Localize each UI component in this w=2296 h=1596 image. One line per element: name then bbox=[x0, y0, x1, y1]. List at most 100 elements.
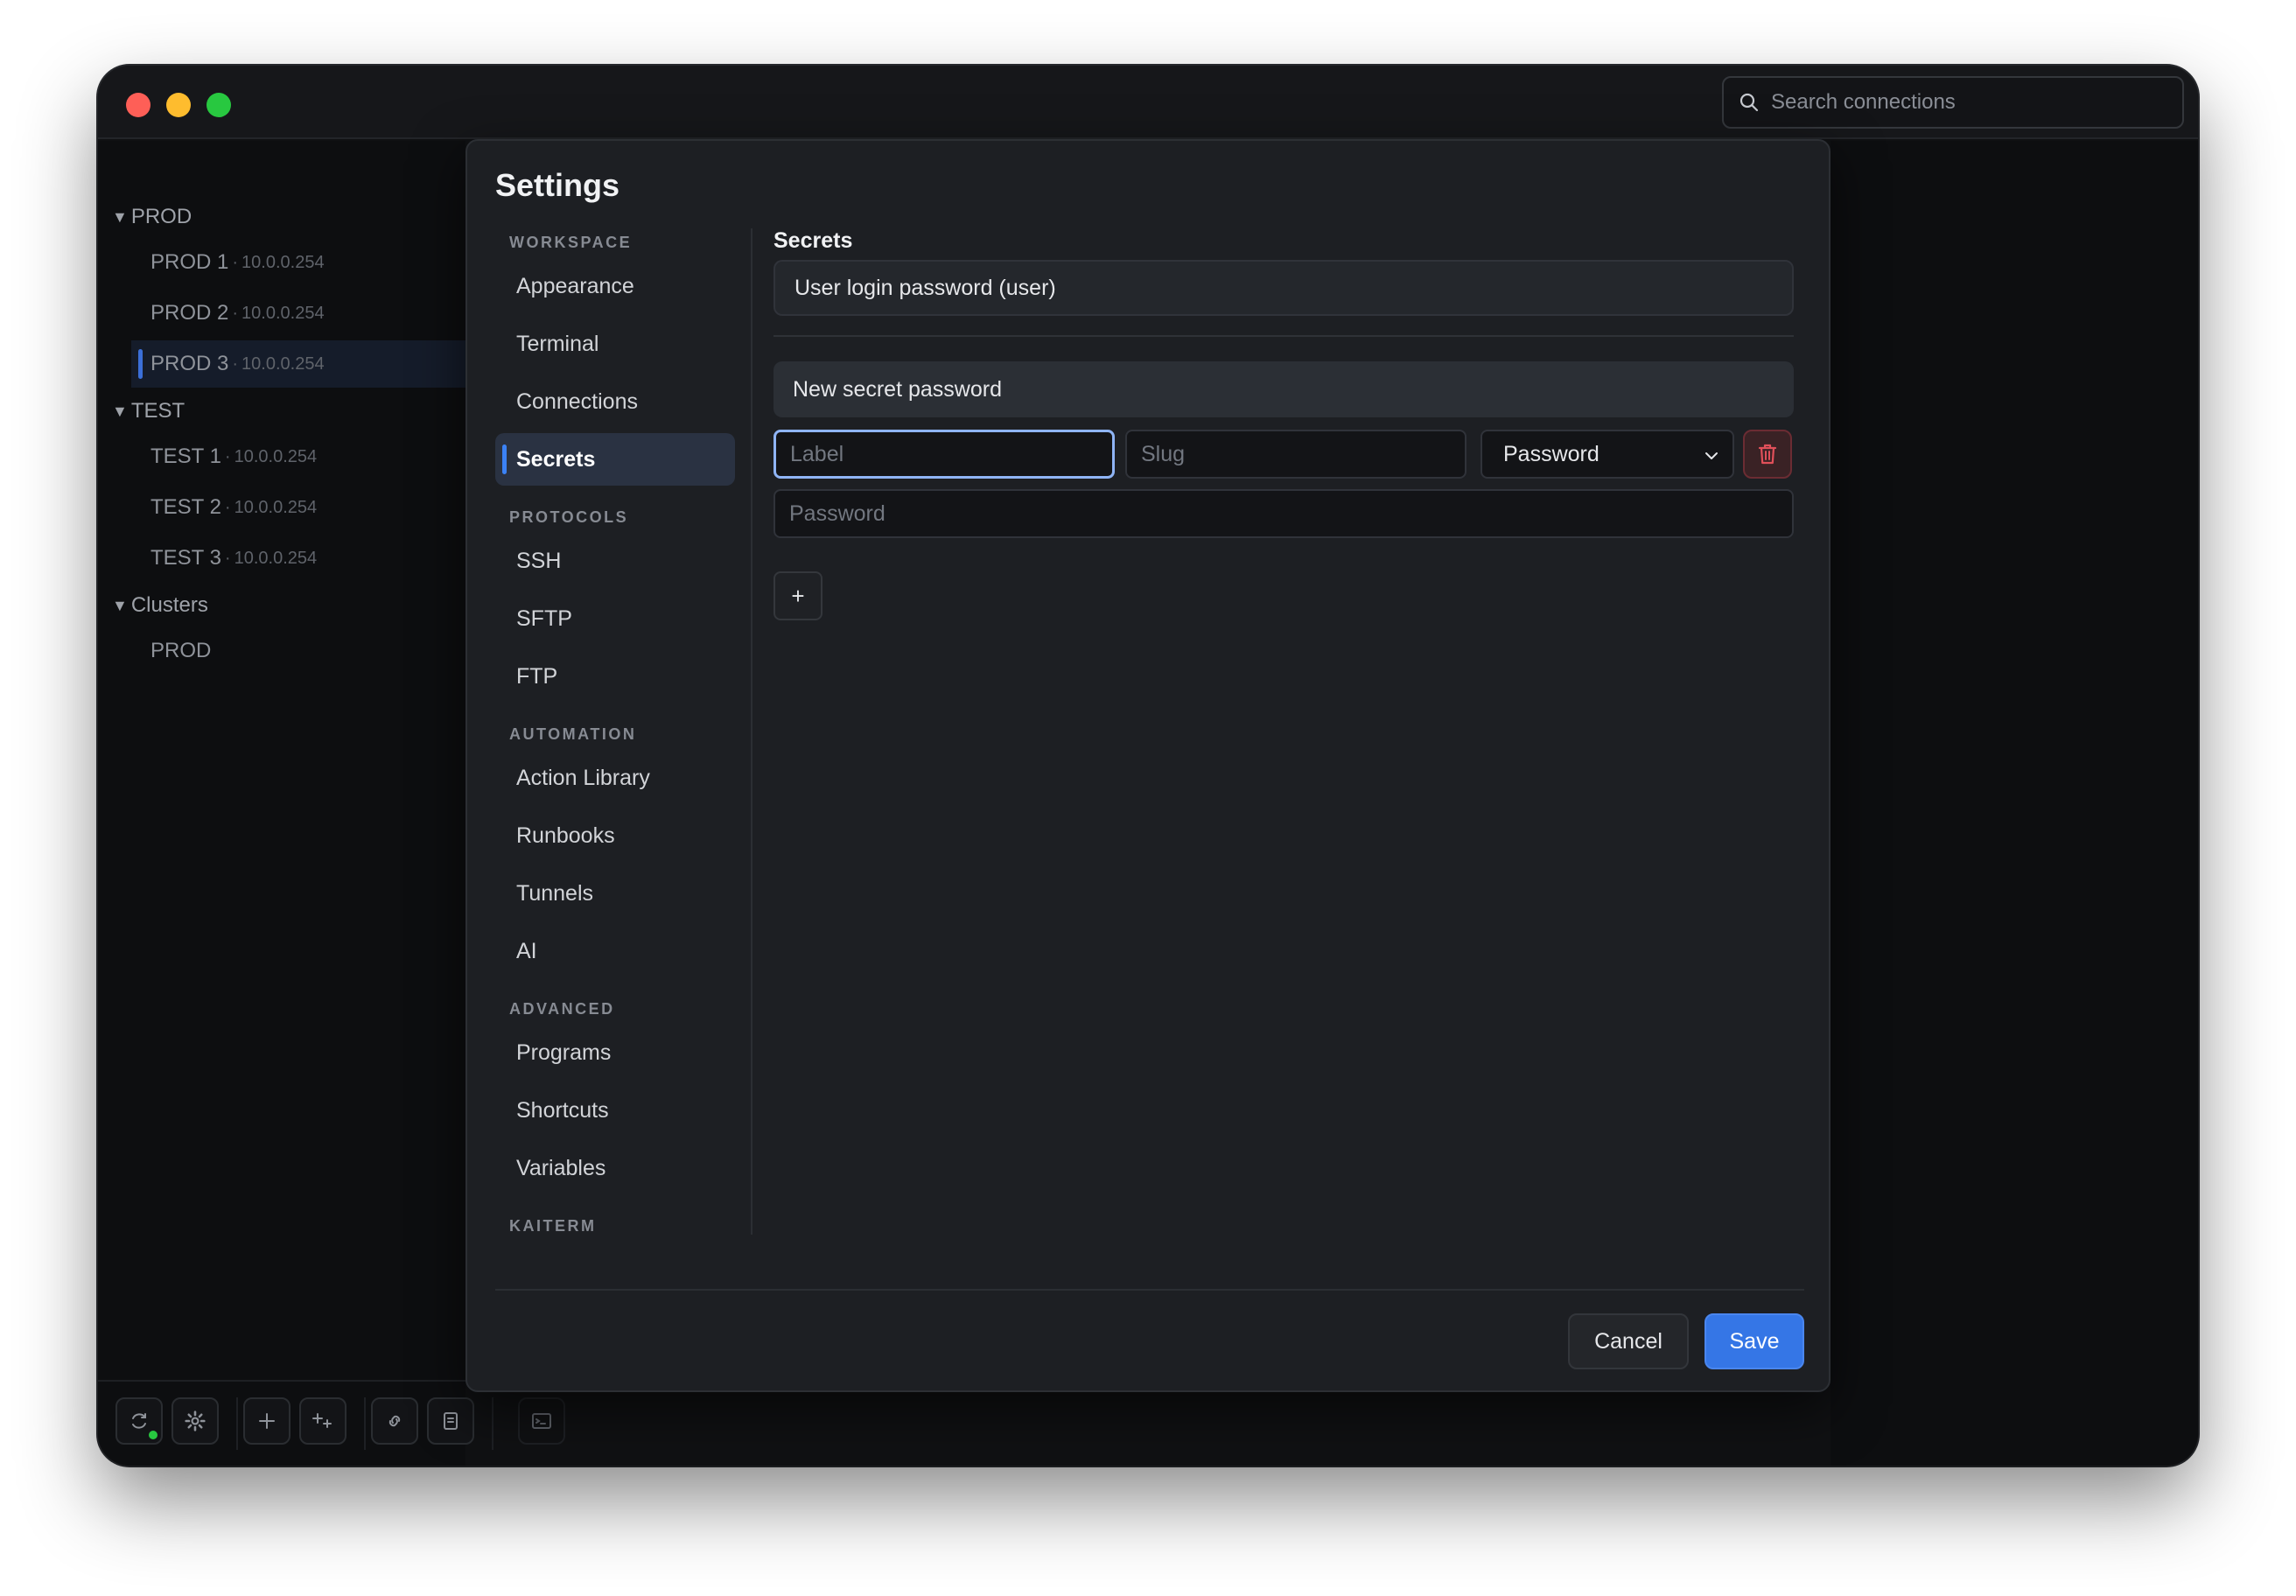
connection-ip: 10.0.0.254 bbox=[234, 497, 318, 517]
nav-item-terminal[interactable]: Terminal bbox=[495, 318, 735, 370]
nav-item-sftp[interactable]: SFTP bbox=[495, 592, 735, 645]
nav-item-runbooks[interactable]: Runbooks bbox=[495, 809, 735, 862]
add-multiple-icon bbox=[312, 1413, 332, 1428]
footer-divider bbox=[495, 1289, 1804, 1291]
status-indicator bbox=[149, 1431, 158, 1439]
divider bbox=[774, 335, 1794, 337]
cancel-button[interactable]: Cancel bbox=[1568, 1313, 1689, 1369]
nav-item-programs[interactable]: Programs bbox=[495, 1026, 735, 1079]
link-button[interactable] bbox=[371, 1397, 418, 1445]
close-window-button[interactable] bbox=[126, 93, 150, 117]
group-test[interactable]: ▼ TEST bbox=[112, 396, 185, 426]
connection-item-prod-2[interactable]: PROD 2 · 10.0.0.254 bbox=[131, 290, 466, 337]
group-label: TEST bbox=[130, 399, 186, 423]
settings-button[interactable] bbox=[172, 1397, 219, 1445]
connection-ip: 10.0.0.254 bbox=[242, 252, 325, 272]
group-label: Clusters bbox=[130, 593, 208, 617]
app-window: ▼ PROD PROD 1 · 10.0.0.254 PROD 2 · 10.0… bbox=[98, 66, 2198, 1466]
nav-item-secrets[interactable]: Secrets bbox=[495, 433, 735, 486]
secrets-title: Secrets bbox=[774, 228, 853, 253]
connection-name: TEST 3 bbox=[150, 546, 221, 570]
connection-name: TEST 2 bbox=[150, 495, 221, 519]
workspace-area bbox=[1830, 141, 2198, 1466]
sync-icon bbox=[132, 1413, 146, 1429]
caret-down-icon: ▼ bbox=[112, 208, 128, 226]
secret-type-value: Password bbox=[1503, 441, 1600, 466]
connection-ip: 10.0.0.254 bbox=[242, 303, 325, 323]
secret-item-existing[interactable]: User login password (user) bbox=[774, 260, 1794, 316]
nav-item-shortcuts[interactable]: Shortcuts bbox=[495, 1084, 735, 1137]
search-box[interactable] bbox=[1722, 76, 2184, 129]
terminal-button[interactable] bbox=[518, 1397, 565, 1445]
minimize-window-button[interactable] bbox=[166, 93, 191, 117]
settings-nav: WORKSPACE Appearance Terminal Connection… bbox=[495, 220, 737, 1235]
settings-modal: Settings WORKSPACE Appearance Terminal C… bbox=[466, 139, 1830, 1392]
connection-item-prod-3[interactable]: PROD 3 · 10.0.0.254 bbox=[131, 340, 466, 388]
search-input[interactable] bbox=[1771, 78, 2174, 127]
gear-icon bbox=[185, 1410, 206, 1432]
nav-item-appearance[interactable]: Appearance bbox=[495, 260, 735, 312]
nav-item-variables[interactable]: Variables bbox=[495, 1142, 735, 1194]
new-secret-header: New secret password bbox=[774, 361, 1794, 417]
cluster-item-prod[interactable]: PROD bbox=[131, 627, 466, 675]
connection-separator: · bbox=[224, 548, 231, 568]
connection-item-test-2[interactable]: TEST 2 · 10.0.0.254 bbox=[131, 484, 466, 531]
connection-ip: 10.0.0.254 bbox=[234, 446, 318, 466]
secrets-panel: Secrets User login password (user) New s… bbox=[774, 228, 1794, 1235]
group-prod[interactable]: ▼ PROD bbox=[112, 202, 192, 232]
sync-button[interactable] bbox=[116, 1397, 163, 1445]
bottom-toolbar bbox=[98, 1380, 588, 1466]
chevron-down-icon bbox=[1705, 452, 1718, 459]
add-secret-button[interactable]: + bbox=[774, 571, 822, 620]
connection-ip: 10.0.0.254 bbox=[242, 354, 325, 374]
connection-name: PROD 2 bbox=[150, 301, 229, 325]
secret-password-input[interactable] bbox=[774, 489, 1794, 538]
connection-item-prod-1[interactable]: PROD 1 · 10.0.0.254 bbox=[131, 239, 466, 286]
nav-section-workspace: WORKSPACE bbox=[509, 234, 633, 251]
settings-title: Settings bbox=[495, 167, 620, 203]
bookmark-icon bbox=[444, 1412, 458, 1430]
plus-icon bbox=[259, 1413, 275, 1429]
terminal-icon bbox=[532, 1413, 551, 1429]
connection-name: PROD 3 bbox=[150, 352, 229, 375]
add-group-button[interactable] bbox=[299, 1397, 346, 1445]
connection-name: PROD 1 bbox=[150, 250, 229, 274]
cluster-name: PROD bbox=[150, 639, 212, 662]
nav-divider bbox=[751, 228, 752, 1235]
nav-item-connections[interactable]: Connections bbox=[495, 375, 735, 428]
connection-separator: · bbox=[224, 446, 231, 466]
delete-secret-button[interactable] bbox=[1743, 430, 1792, 479]
search-icon bbox=[1740, 93, 1759, 112]
secret-label-input[interactable] bbox=[774, 430, 1115, 479]
caret-down-icon: ▼ bbox=[112, 402, 128, 420]
secret-type-select[interactable]: Password bbox=[1480, 430, 1734, 479]
connection-item-test-3[interactable]: TEST 3 · 10.0.0.254 bbox=[131, 535, 466, 582]
save-button[interactable]: Save bbox=[1704, 1313, 1804, 1369]
connection-separator: · bbox=[232, 354, 239, 374]
trash-icon bbox=[1758, 444, 1777, 465]
link-icon bbox=[388, 1415, 401, 1427]
nav-item-ssh[interactable]: SSH bbox=[495, 535, 735, 587]
nav-item-action-library[interactable]: Action Library bbox=[495, 752, 735, 804]
nav-section-protocols: PROTOCOLS bbox=[509, 508, 629, 526]
connection-ip: 10.0.0.254 bbox=[234, 548, 318, 568]
connection-item-test-1[interactable]: TEST 1 · 10.0.0.254 bbox=[131, 433, 466, 480]
connection-separator: · bbox=[224, 497, 231, 517]
secret-slug-input[interactable] bbox=[1125, 430, 1466, 479]
nav-item-ftp[interactable]: FTP bbox=[495, 650, 735, 703]
connection-name: TEST 1 bbox=[150, 444, 221, 468]
bookmark-button[interactable] bbox=[427, 1397, 474, 1445]
group-clusters[interactable]: ▼ Clusters bbox=[112, 591, 208, 620]
nav-item-tunnels[interactable]: Tunnels bbox=[495, 867, 735, 920]
nav-item-ai[interactable]: AI bbox=[495, 925, 735, 977]
connections-sidebar: ▼ PROD PROD 1 · 10.0.0.254 PROD 2 · 10.0… bbox=[98, 141, 466, 1466]
nav-section-automation: AUTOMATION bbox=[509, 725, 637, 743]
zoom-window-button[interactable] bbox=[206, 93, 231, 117]
connection-separator: · bbox=[232, 303, 239, 323]
caret-down-icon: ▼ bbox=[112, 597, 128, 614]
connection-separator: · bbox=[232, 252, 239, 272]
group-label: PROD bbox=[130, 205, 192, 228]
add-connection-button[interactable] bbox=[243, 1397, 290, 1445]
nav-section-advanced: ADVANCED bbox=[509, 1000, 615, 1018]
title-bar bbox=[98, 66, 2198, 139]
